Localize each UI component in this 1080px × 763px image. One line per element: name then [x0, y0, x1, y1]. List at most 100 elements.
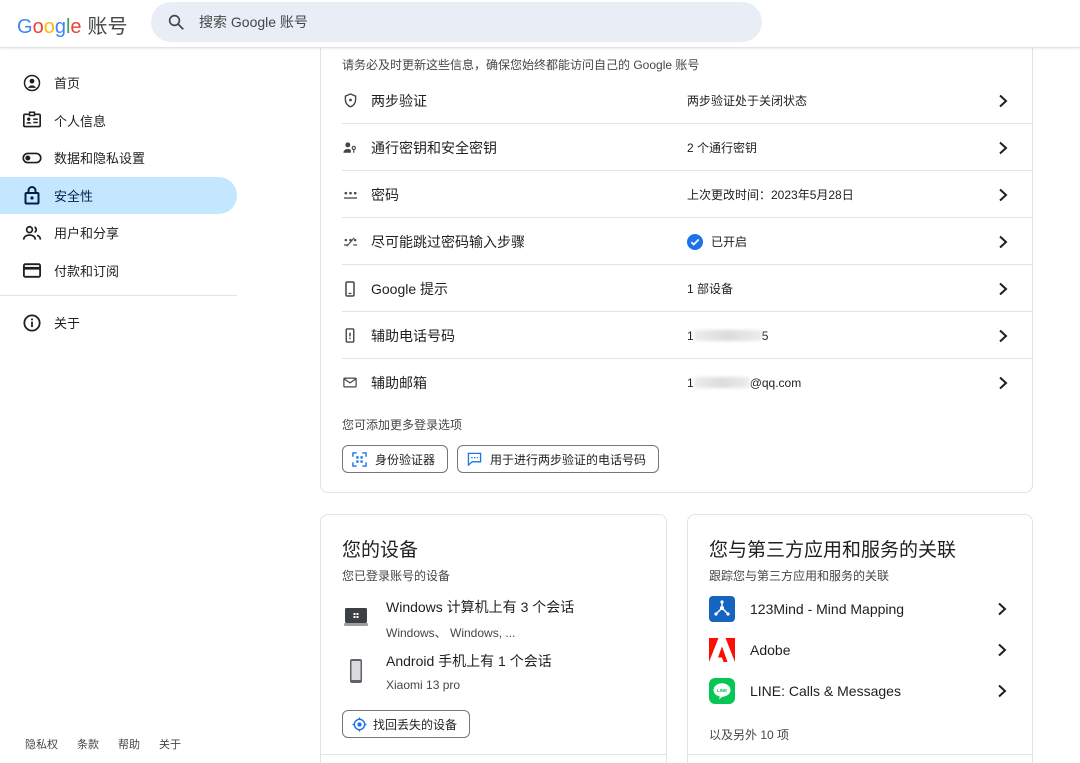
row-label: 辅助电话号码 — [371, 327, 455, 344]
info-icon — [22, 313, 42, 333]
sidebar-item-label: 付款和订阅 — [54, 263, 120, 279]
redacted-blur — [693, 330, 762, 341]
chevron-right-icon — [997, 376, 1009, 390]
phone-2sv-chip[interactable]: 用于进行两步验证的电话号码 — [457, 445, 660, 473]
sidebar-item-label: 个人信息 — [54, 113, 107, 129]
sidebar-item-home[interactable]: 首页 — [0, 64, 237, 102]
app-item[interactable]: LINE LINE: Calls & Messages — [709, 676, 1031, 706]
more-options-label: 您可添加更多登录选项 — [342, 418, 463, 432]
footer-link-terms[interactable]: 条款 — [77, 736, 99, 752]
masked-suffix: 5 — [761, 328, 769, 343]
line-app-icon: LINE — [709, 678, 735, 704]
authenticator-chip[interactable]: 身份验证器 — [342, 445, 449, 473]
signin-methods-card: 请务必及时更新这些信息，确保您始终都能访问自己的 Google 账号 两步验证 … — [320, 30, 1033, 493]
row-label: 尽可能跳过密码输入步骤 — [371, 233, 525, 250]
phone-icon — [342, 280, 358, 297]
sidebar-item-people-sharing[interactable]: 用户和分享 — [0, 214, 237, 252]
footer-link-help[interactable]: 帮助 — [118, 736, 140, 752]
masked-suffix: @qq.com — [749, 375, 802, 390]
find-lost-device-button[interactable]: 找回丢失的设备 — [342, 710, 471, 738]
row-value: 1 @qq.com — [687, 376, 801, 390]
footer-link-about[interactable]: 关于 — [159, 736, 181, 752]
masked-prefix: 1 — [687, 328, 694, 343]
mail-icon — [342, 375, 358, 391]
device-item[interactable]: Windows 计算机上有 3 个会话 Windows、 Windows, ..… — [342, 597, 574, 641]
redacted-blur — [693, 377, 750, 388]
credit-card-icon — [22, 260, 42, 280]
laptop-icon — [342, 603, 370, 631]
signin-intro-text: 请务必及时更新这些信息，确保您始终都能访问自己的 Google 账号 — [342, 58, 700, 72]
card-subtitle: 跟踪您与第三方应用和服务的关联 — [709, 569, 890, 583]
device-item[interactable]: Android 手机上有 1 个会话 Xiaomi 13 pro — [342, 651, 552, 692]
search-icon[interactable] — [167, 13, 185, 31]
row-value: 上次更改时间：2023年5月28日 — [687, 188, 854, 202]
card-subtitle: 您已登录账号的设备 — [342, 569, 451, 583]
row-value-checked: 已开启 — [687, 233, 747, 250]
passkey-icon — [342, 140, 358, 156]
chevron-right-icon — [997, 329, 1009, 343]
sidebar-item-about[interactable]: 关于 — [0, 304, 237, 342]
logo-letter: g — [54, 16, 66, 38]
message-icon — [466, 451, 482, 467]
mindmap-app-icon — [709, 596, 735, 622]
android-phone-icon — [342, 657, 370, 685]
logo-letter: e — [70, 16, 82, 38]
row-label: 密码 — [371, 186, 399, 203]
row-value: 已开启 — [711, 235, 748, 249]
chevron-right-icon — [996, 684, 1008, 698]
app-label: LINE: Calls & Messages — [750, 683, 901, 699]
row-two-step-verification[interactable]: 两步验证 两步验证处于关闭状态 — [321, 77, 1033, 124]
third-party-connections-card: 您与第三方应用和服务的关联 跟踪您与第三方应用和服务的关联 123Mind - … — [687, 514, 1033, 763]
logo-account-text: 账号 — [87, 16, 128, 38]
chevron-right-icon — [997, 94, 1009, 108]
google-account-logo[interactable]: Google 账号 — [17, 10, 128, 38]
id-card-icon — [22, 110, 42, 130]
sidebar-item-label: 安全性 — [54, 188, 94, 204]
row-value: 1 部设备 — [687, 282, 734, 296]
card-divider — [321, 754, 666, 755]
sidebar-divider — [0, 295, 237, 296]
chevron-right-icon — [997, 188, 1009, 202]
chevron-right-icon — [996, 602, 1008, 616]
home-icon — [22, 73, 42, 93]
row-label: Google 提示 — [371, 280, 449, 297]
app-item[interactable]: Adobe — [709, 635, 1031, 665]
password-dots-icon — [342, 187, 358, 203]
device-title: Android 手机上有 1 个会话 — [386, 653, 552, 669]
logo-letter: G — [17, 16, 33, 38]
chip-label: 用于进行两步验证的电话号码 — [490, 452, 647, 467]
masked-prefix: 1 — [687, 375, 694, 390]
shield-icon — [342, 93, 358, 109]
app-item[interactable]: 123Mind - Mind Mapping — [709, 594, 1031, 624]
check-circle-icon — [687, 233, 703, 250]
device-subtitle: Windows、 Windows, ... — [386, 626, 516, 640]
row-passkeys[interactable]: 通行密钥和安全密钥 2 个通行密钥 — [321, 124, 1033, 171]
your-devices-card: 您的设备 您已登录账号的设备 Windows 计算机上有 3 个会话 Windo… — [320, 514, 667, 763]
apps-more-text: 以及另外 10 项 — [709, 728, 790, 742]
sidebar-item-label: 用户和分享 — [54, 226, 120, 242]
search-input[interactable] — [199, 14, 699, 30]
card-title: 您与第三方应用和服务的关联 — [709, 540, 957, 561]
card-divider — [688, 754, 1032, 755]
row-value: 2 个通行密钥 — [687, 141, 758, 155]
row-recovery-email[interactable]: 辅助邮箱 1 @qq.com — [321, 359, 1033, 406]
app-label: 123Mind - Mind Mapping — [750, 601, 905, 617]
chevron-right-icon — [997, 141, 1009, 155]
row-skip-password[interactable]: 尽可能跳过密码输入步骤 已开启 — [321, 218, 1033, 265]
chevron-right-icon — [996, 643, 1008, 657]
lock-icon — [22, 185, 42, 205]
sidebar-item-data-privacy[interactable]: 数据和隐私设置 — [0, 139, 237, 177]
row-google-prompt[interactable]: Google 提示 1 部设备 — [321, 265, 1033, 312]
row-recovery-phone[interactable]: 辅助电话号码 1 5 — [321, 312, 1033, 359]
sidebar-item-personal-info[interactable]: 个人信息 — [0, 102, 237, 140]
row-password[interactable]: 密码 上次更改时间：2023年5月28日 — [321, 171, 1033, 218]
footer-links: 隐私权 条款 帮助 关于 — [25, 736, 181, 752]
sidebar-item-payments[interactable]: 付款和订阅 — [0, 252, 237, 290]
skip-password-icon — [342, 234, 358, 250]
footer-link-privacy[interactable]: 隐私权 — [25, 736, 58, 752]
sidebar-item-security[interactable]: 安全性 — [0, 176, 237, 214]
search-bar[interactable] — [151, 2, 762, 42]
card-title: 您的设备 — [342, 540, 419, 561]
row-label: 辅助邮箱 — [371, 374, 427, 391]
row-value: 1 5 — [687, 329, 768, 343]
